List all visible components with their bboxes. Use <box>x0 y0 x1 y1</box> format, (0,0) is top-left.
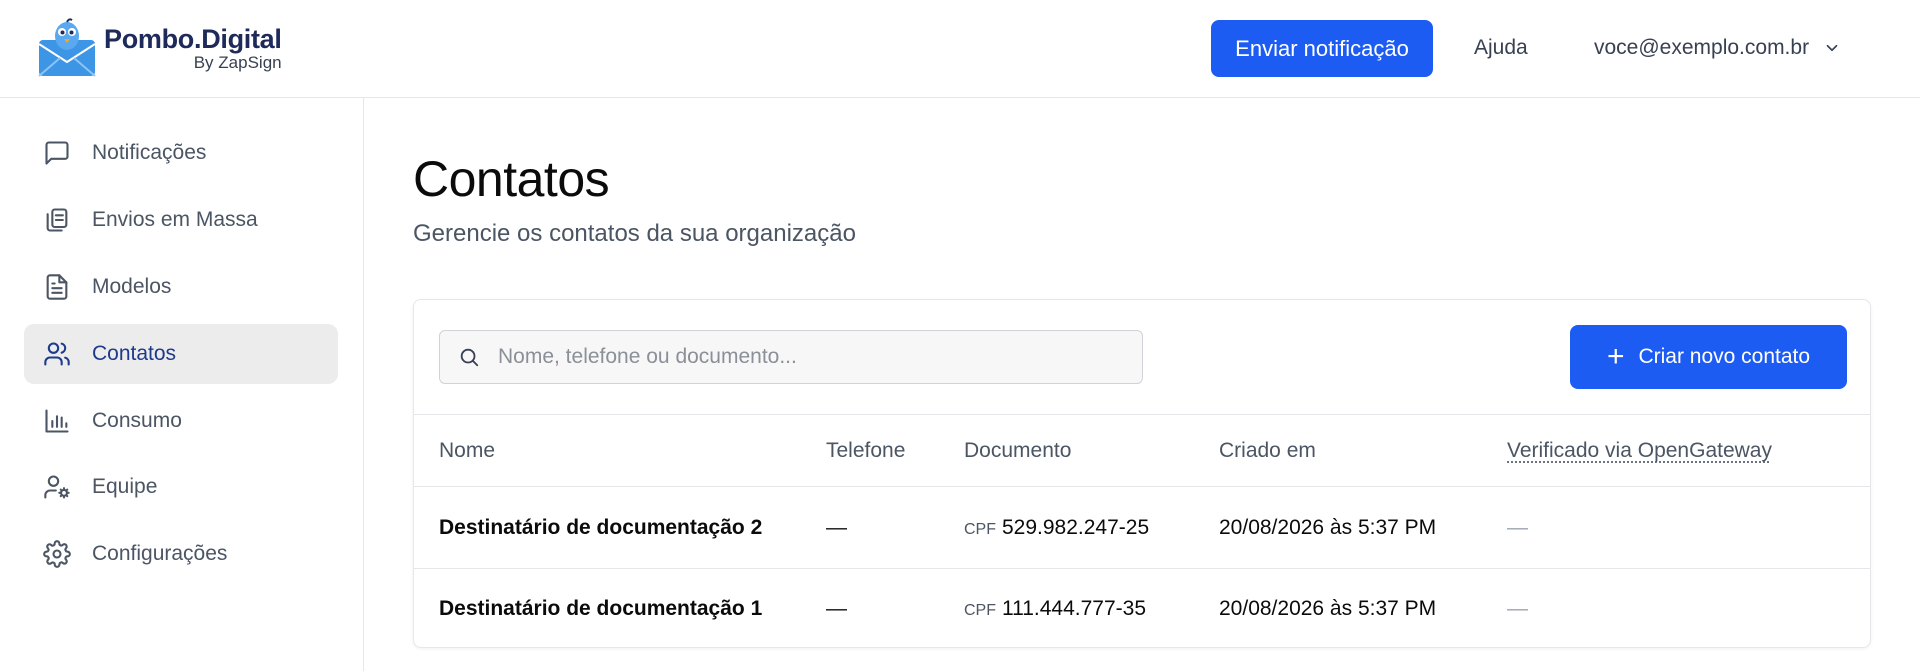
sidebar-item-configuracoes[interactable]: Configurações <box>24 524 338 584</box>
column-header-telefone[interactable]: Telefone <box>826 439 905 463</box>
user-menu[interactable]: voce@exemplo.com.br <box>1594 36 1841 60</box>
page-title: Contatos <box>413 151 610 207</box>
document-number: 111.444.777-35 <box>1002 597 1147 620</box>
sidebar-item-label: Configurações <box>92 542 228 565</box>
sidebar-item-contatos[interactable]: Contatos <box>24 324 338 384</box>
help-link[interactable]: Ajuda <box>1474 36 1528 60</box>
contact-verified: — <box>1507 597 1528 620</box>
create-contact-button[interactable]: + Criar novo contato <box>1570 325 1847 389</box>
user-cog-icon <box>42 472 72 502</box>
contact-verified: — <box>1507 516 1528 539</box>
sidebar-item-label: Equipe <box>92 475 158 498</box>
brand-subtitle: By ZapSign <box>193 52 282 72</box>
contacts-card: + Criar novo contato Nome Telefone Docum… <box>413 299 1871 648</box>
sidebar-item-equipe[interactable]: Equipe <box>24 457 338 517</box>
chevron-down-icon <box>1826 44 1838 52</box>
create-contact-label: Criar novo contato <box>1638 345 1811 368</box>
copy-icon <box>42 205 72 235</box>
column-header-criado-em[interactable]: Criado em <box>1219 439 1316 463</box>
sidebar-item-label: Modelos <box>92 275 172 298</box>
document-number: 529.982.247-25 <box>1002 516 1150 539</box>
sidebar-item-modelos[interactable]: Modelos <box>24 257 338 317</box>
pigeon-envelope-logo-icon <box>38 18 96 77</box>
top-header: Pombo.Digital By ZapSign Enviar notifica… <box>0 0 1920 98</box>
brand-logo[interactable]: Pombo.Digital By ZapSign <box>36 18 282 78</box>
table-row[interactable]: Destinatário de documentação 2 — CPF 529.… <box>414 488 1870 568</box>
contact-created-at: 20/08/2026 às 5:37 PM <box>1219 597 1437 620</box>
contact-name: Destinatário de documentação 2 <box>439 516 763 539</box>
send-notification-button[interactable]: Enviar notificação <box>1211 20 1433 77</box>
bar-chart-icon <box>42 406 72 436</box>
sidebar-item-envios-em-massa[interactable]: Envios em Massa <box>24 190 338 250</box>
search-icon <box>460 348 479 367</box>
contact-document: CPF 111.444.777-35 <box>964 597 1146 621</box>
file-text-icon <box>42 272 72 302</box>
contact-document: CPF 529.982.247-25 <box>964 516 1149 540</box>
table-row[interactable]: Destinatário de documentação 1 — CPF 111.… <box>414 568 1870 647</box>
message-square-icon <box>42 138 72 168</box>
table-header: Nome Telefone Documento Criado em Verifi… <box>414 414 1870 487</box>
contact-created-at: 20/08/2026 às 5:37 PM <box>1219 516 1437 539</box>
user-email: voce@exemplo.com.br <box>1594 36 1810 59</box>
document-type: CPF <box>964 602 996 619</box>
search-box[interactable] <box>439 330 1143 384</box>
page-subtitle: Gerencie os contatos da sua organização <box>413 220 856 247</box>
plus-icon: + <box>1606 340 1625 373</box>
column-header-verificado[interactable]: Verificado via OpenGateway <box>1507 439 1772 463</box>
column-header-nome[interactable]: Nome <box>439 439 495 463</box>
contact-phone: — <box>826 597 847 620</box>
document-type: CPF <box>964 521 996 538</box>
contact-name: Destinatário de documentação 1 <box>439 597 763 620</box>
sidebar: Notificações Envios em Massa Modelos Con… <box>0 98 364 671</box>
sidebar-item-consumo[interactable]: Consumo <box>24 391 338 451</box>
users-icon <box>42 339 72 369</box>
settings-icon <box>42 539 72 569</box>
search-input[interactable] <box>498 345 1118 369</box>
sidebar-item-notificacoes[interactable]: Notificações <box>24 123 338 183</box>
brand-name: Pombo.Digital <box>104 23 282 54</box>
contact-phone: — <box>826 516 847 539</box>
sidebar-item-label: Notificações <box>92 141 207 164</box>
column-header-documento[interactable]: Documento <box>964 439 1071 463</box>
sidebar-item-label: Consumo <box>92 409 182 432</box>
sidebar-item-label: Contatos <box>92 342 177 365</box>
sidebar-item-label: Envios em Massa <box>92 208 258 231</box>
